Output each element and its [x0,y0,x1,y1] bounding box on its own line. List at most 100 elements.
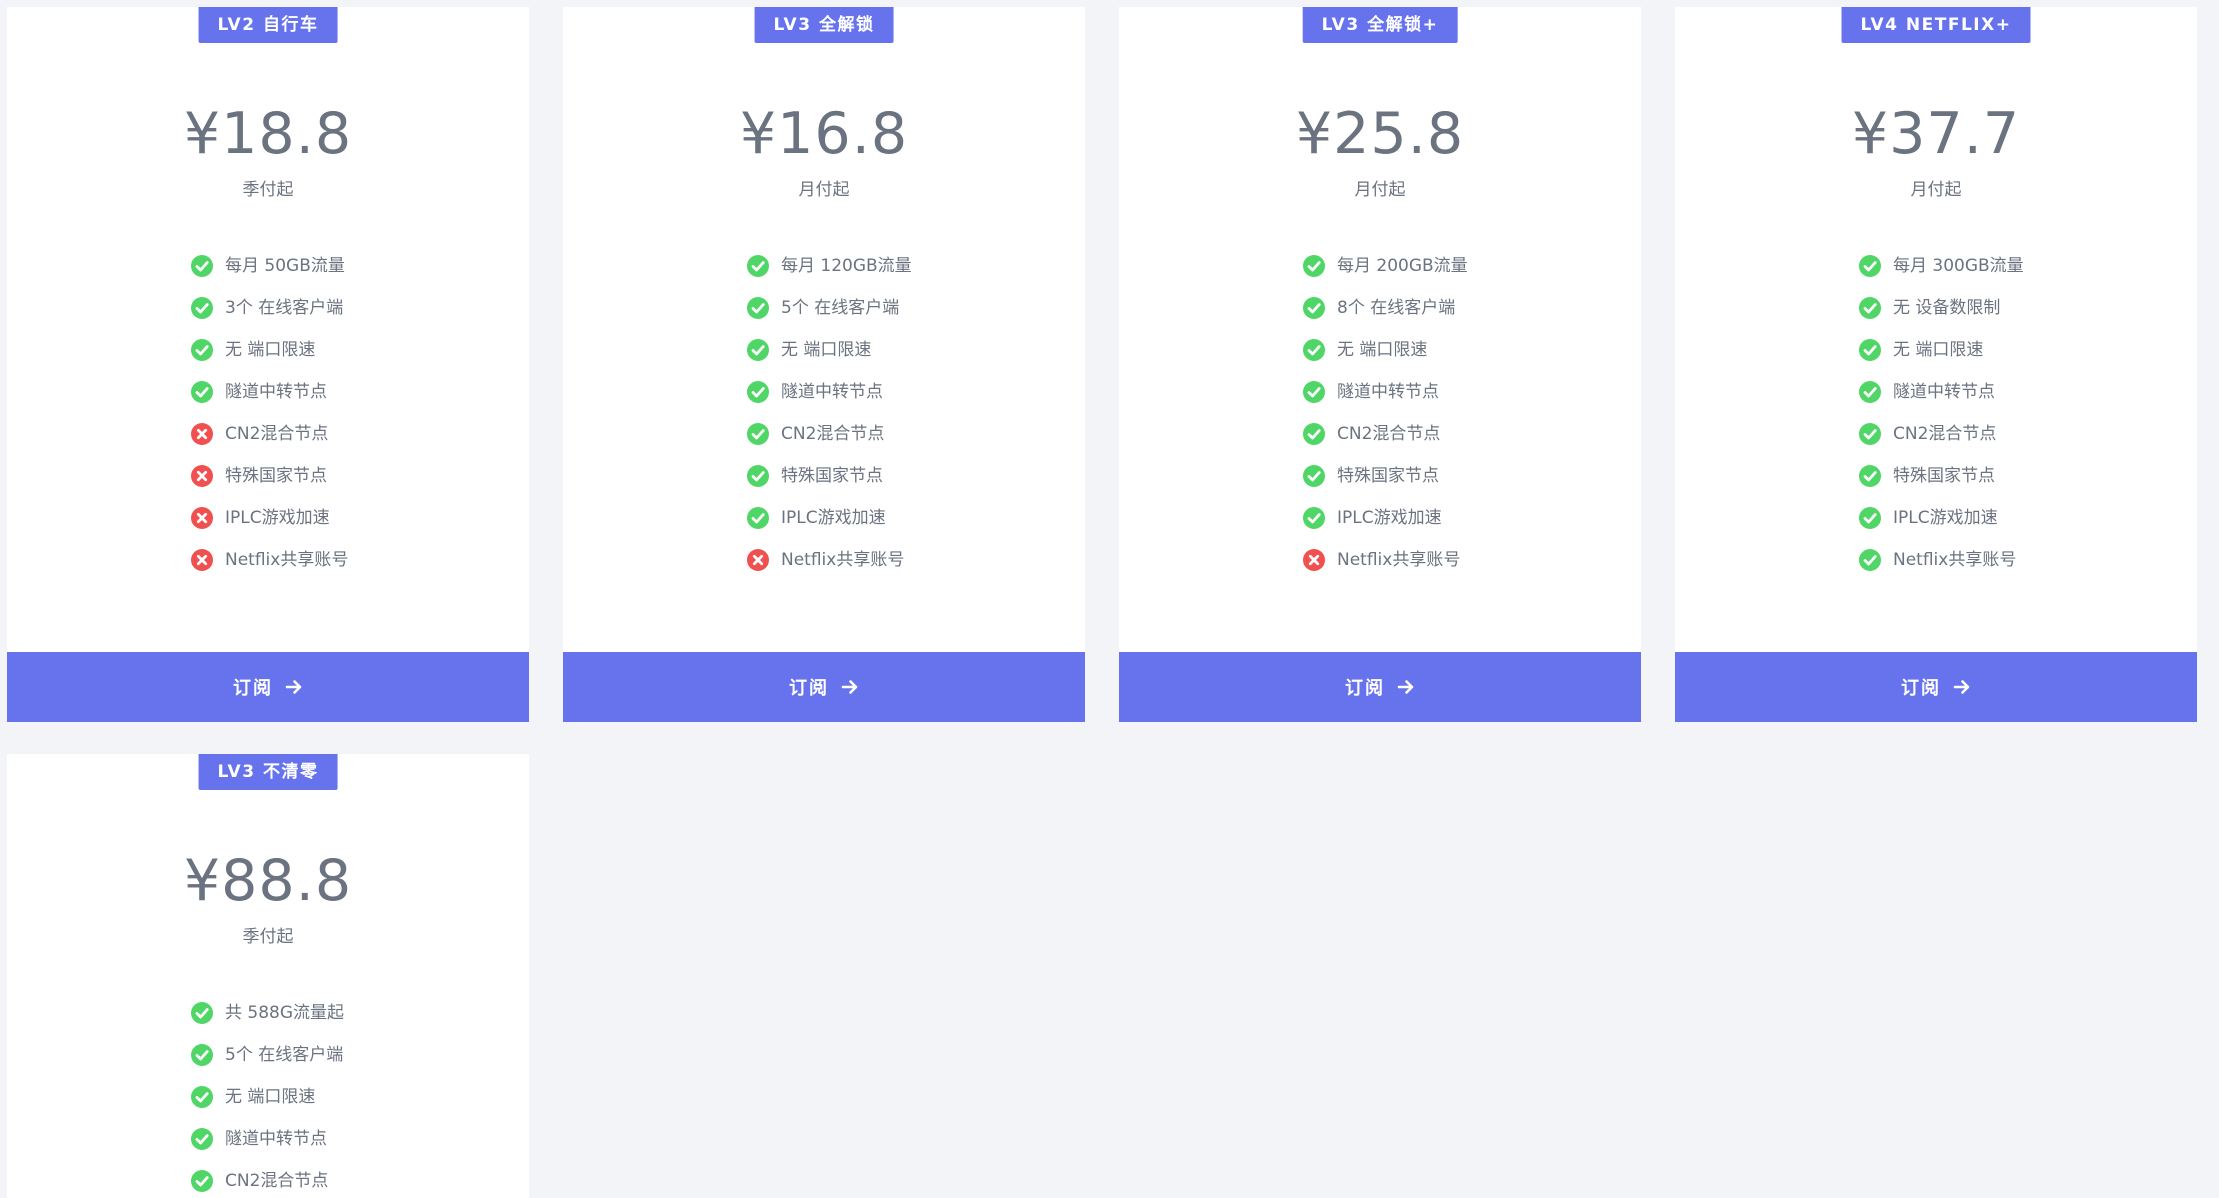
check-circle-icon [747,381,769,403]
feature-text: 隧道中转节点 [781,382,883,402]
feature-item: Netflix共享账号 [747,545,904,575]
feature-text: 每月 300GB流量 [1893,256,2024,276]
feature-item: CN2混合节点 [1859,419,1996,449]
plan-card: LV3 不清零 ¥88.8 季付起 共 588G流量起 5个 在线客户端无 端口限… [7,754,529,1198]
check-circle-icon [1859,297,1881,319]
check-circle-icon [747,339,769,361]
subscribe-label: 订阅 [1901,678,1941,699]
feature-item: CN2混合节点 [191,419,328,449]
plan-badge: LV3 全解锁+ [1302,7,1458,43]
feature-text: 每月 50GB流量 [225,256,345,276]
plan-card: LV2 自行车 ¥18.8 季付起 每月 50GB流量 3个 在线客户端无 端口限… [7,7,529,722]
check-circle-icon [747,297,769,319]
feature-text: 5个 在线客户端 [225,1045,344,1065]
plan-badge: LV4 NETFLIX+ [1841,7,2031,43]
plan-price: ¥37.7 [1851,101,2021,167]
check-circle-icon [1859,423,1881,445]
check-circle-icon [1859,465,1881,487]
check-circle-icon [191,1002,213,1024]
pricing-grid: LV2 自行车 ¥18.8 季付起 每月 50GB流量 3个 在线客户端无 端口限… [0,0,2219,1198]
feature-item: 每月 200GB流量 [1303,251,1468,281]
check-circle-icon [747,507,769,529]
feature-text: IPLC游戏加速 [1337,508,1442,528]
feature-text: CN2混合节点 [225,1171,329,1191]
feature-text: CN2混合节点 [225,424,329,444]
feature-item: IPLC游戏加速 [191,503,330,533]
plan-price: ¥18.8 [183,101,353,167]
feature-text: CN2混合节点 [1893,424,1997,444]
subscribe-label: 订阅 [233,678,273,699]
check-circle-icon [1303,381,1325,403]
feature-item: 8个 在线客户端 [1303,293,1455,323]
feature-item: 每月 300GB流量 [1859,251,2024,281]
feature-text: IPLC游戏加速 [1893,508,1998,528]
plan-price: ¥88.8 [183,848,353,914]
feature-item: 无 端口限速 [747,335,871,365]
feature-text: CN2混合节点 [1337,424,1441,444]
check-circle-icon [191,1128,213,1150]
feature-text: Netflix共享账号 [225,550,349,570]
feature-item: 5个 在线客户端 [191,1040,343,1070]
plan-price: ¥25.8 [1295,101,1465,167]
feature-text: IPLC游戏加速 [781,508,886,528]
feature-item: CN2混合节点 [191,1166,328,1196]
subscribe-button[interactable]: 订阅 [1675,652,2197,722]
feature-text: 特殊国家节点 [225,466,327,486]
plan-badge: LV3 全解锁 [754,7,894,43]
subscribe-button[interactable]: 订阅 [7,652,529,722]
feature-item: 5个 在线客户端 [747,293,899,323]
check-circle-icon [1859,255,1881,277]
feature-text: 隧道中转节点 [225,1129,327,1149]
feature-text: 无 端口限速 [781,340,872,360]
feature-text: 特殊国家节点 [781,466,883,486]
check-circle-icon [191,297,213,319]
feature-text: 无 端口限速 [1893,340,1984,360]
feature-item: 特殊国家节点 [191,461,327,491]
check-circle-icon [1303,465,1325,487]
plan-badge: LV2 自行车 [198,7,338,43]
feature-item: 特殊国家节点 [747,461,883,491]
subscribe-label: 订阅 [789,678,829,699]
check-circle-icon [191,1170,213,1192]
feature-text: 3个 在线客户端 [225,298,344,318]
check-circle-icon [747,465,769,487]
plan-billing-period: 季付起 [242,927,294,947]
check-circle-icon [191,1086,213,1108]
feature-item: 特殊国家节点 [1303,461,1439,491]
check-circle-icon [747,423,769,445]
feature-text: Netflix共享账号 [1337,550,1461,570]
feature-item: 无 端口限速 [1859,335,1983,365]
feature-item: 无 设备数限制 [1859,293,2000,323]
feature-item: 隧道中转节点 [1303,377,1439,407]
check-circle-icon [1859,507,1881,529]
feature-item: CN2混合节点 [1303,419,1440,449]
plan-card: LV3 全解锁 ¥16.8 月付起 每月 120GB流量 5个 在线客户端无 端口… [563,7,1085,722]
check-circle-icon [191,1044,213,1066]
feature-item: IPLC游戏加速 [1859,503,1998,533]
feature-item: IPLC游戏加速 [747,503,886,533]
x-circle-icon [191,507,213,529]
check-circle-icon [191,339,213,361]
arrow-right-icon [285,680,302,694]
feature-text: 每月 200GB流量 [1337,256,1468,276]
plan-billing-period: 月付起 [1354,180,1406,200]
feature-item: 无 端口限速 [1303,335,1427,365]
feature-item: Netflix共享账号 [1303,545,1460,575]
subscribe-button[interactable]: 订阅 [1119,652,1641,722]
arrow-right-icon [841,680,858,694]
x-circle-icon [1303,549,1325,571]
feature-text: 隧道中转节点 [225,382,327,402]
feature-item: IPLC游戏加速 [1303,503,1442,533]
feature-text: 每月 120GB流量 [781,256,912,276]
feature-item: 3个 在线客户端 [191,293,343,323]
x-circle-icon [747,549,769,571]
feature-item: 特殊国家节点 [1859,461,1995,491]
feature-text: 无 设备数限制 [1893,298,2001,318]
plan-price: ¥16.8 [739,101,909,167]
feature-text: 共 588G流量起 [225,1003,345,1023]
x-circle-icon [191,549,213,571]
feature-text: 特殊国家节点 [1337,466,1439,486]
plan-badge: LV3 不清零 [198,754,338,790]
subscribe-button[interactable]: 订阅 [563,652,1085,722]
feature-text: IPLC游戏加速 [225,508,330,528]
